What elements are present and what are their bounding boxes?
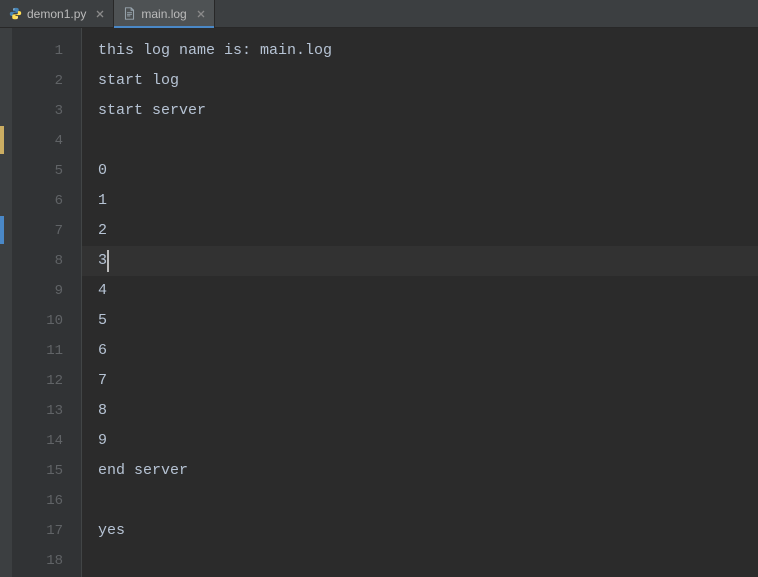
line-number: 17 xyxy=(12,516,63,546)
python-icon xyxy=(8,7,22,21)
line-number: 18 xyxy=(12,546,63,576)
gutter-marker xyxy=(0,126,4,154)
code-line[interactable]: 9 xyxy=(98,426,758,456)
line-number: 14 xyxy=(12,426,63,456)
close-icon[interactable] xyxy=(196,9,206,19)
line-number: 9 xyxy=(12,276,63,306)
gutter-marker-strip xyxy=(0,28,12,577)
tab-label: main.log xyxy=(141,7,186,21)
line-number: 8 xyxy=(12,246,63,276)
line-number: 7 xyxy=(12,216,63,246)
line-number: 15 xyxy=(12,456,63,486)
code-line[interactable]: 6 xyxy=(98,336,758,366)
code-line[interactable]: 0 xyxy=(98,156,758,186)
line-number: 3 xyxy=(12,96,63,126)
line-number: 16 xyxy=(12,486,63,516)
code-line[interactable]: end server xyxy=(98,456,758,486)
code-line[interactable]: yes xyxy=(98,516,758,546)
code-line[interactable]: start log xyxy=(98,66,758,96)
line-number: 11 xyxy=(12,336,63,366)
line-number: 1 xyxy=(12,36,63,66)
code-line[interactable]: 7 xyxy=(98,366,758,396)
line-number: 6 xyxy=(12,186,63,216)
code-line[interactable]: this log name is: main.log xyxy=(98,36,758,66)
code-line[interactable]: 2 xyxy=(98,216,758,246)
line-number: 12 xyxy=(12,366,63,396)
line-number: 2 xyxy=(12,66,63,96)
line-number-gutter: 123456789101112131415161718 xyxy=(12,28,82,577)
tab-label: demon1.py xyxy=(27,7,86,21)
code-line[interactable] xyxy=(98,126,758,156)
line-number: 5 xyxy=(12,156,63,186)
code-line[interactable]: start server xyxy=(98,96,758,126)
gutter-marker xyxy=(0,216,4,244)
editor-area: 123456789101112131415161718 this log nam… xyxy=(0,28,758,577)
line-number: 4 xyxy=(12,126,63,156)
line-number: 13 xyxy=(12,396,63,426)
tab-bar: demon1.py main.log xyxy=(0,0,758,28)
code-line[interactable]: 5 xyxy=(98,306,758,336)
text-caret xyxy=(107,250,109,272)
code-line[interactable]: 3 xyxy=(98,246,758,276)
tab-mainlog[interactable]: main.log xyxy=(114,0,214,27)
code-content[interactable]: this log name is: main.logstart logstart… xyxy=(82,28,758,577)
close-icon[interactable] xyxy=(95,9,105,19)
code-line[interactable] xyxy=(98,546,758,576)
code-line[interactable]: 4 xyxy=(98,276,758,306)
line-number: 10 xyxy=(12,306,63,336)
code-line[interactable] xyxy=(98,486,758,516)
tab-demon1[interactable]: demon1.py xyxy=(0,0,114,27)
code-line[interactable]: 8 xyxy=(98,396,758,426)
code-line[interactable]: 1 xyxy=(98,186,758,216)
file-icon xyxy=(122,7,136,21)
